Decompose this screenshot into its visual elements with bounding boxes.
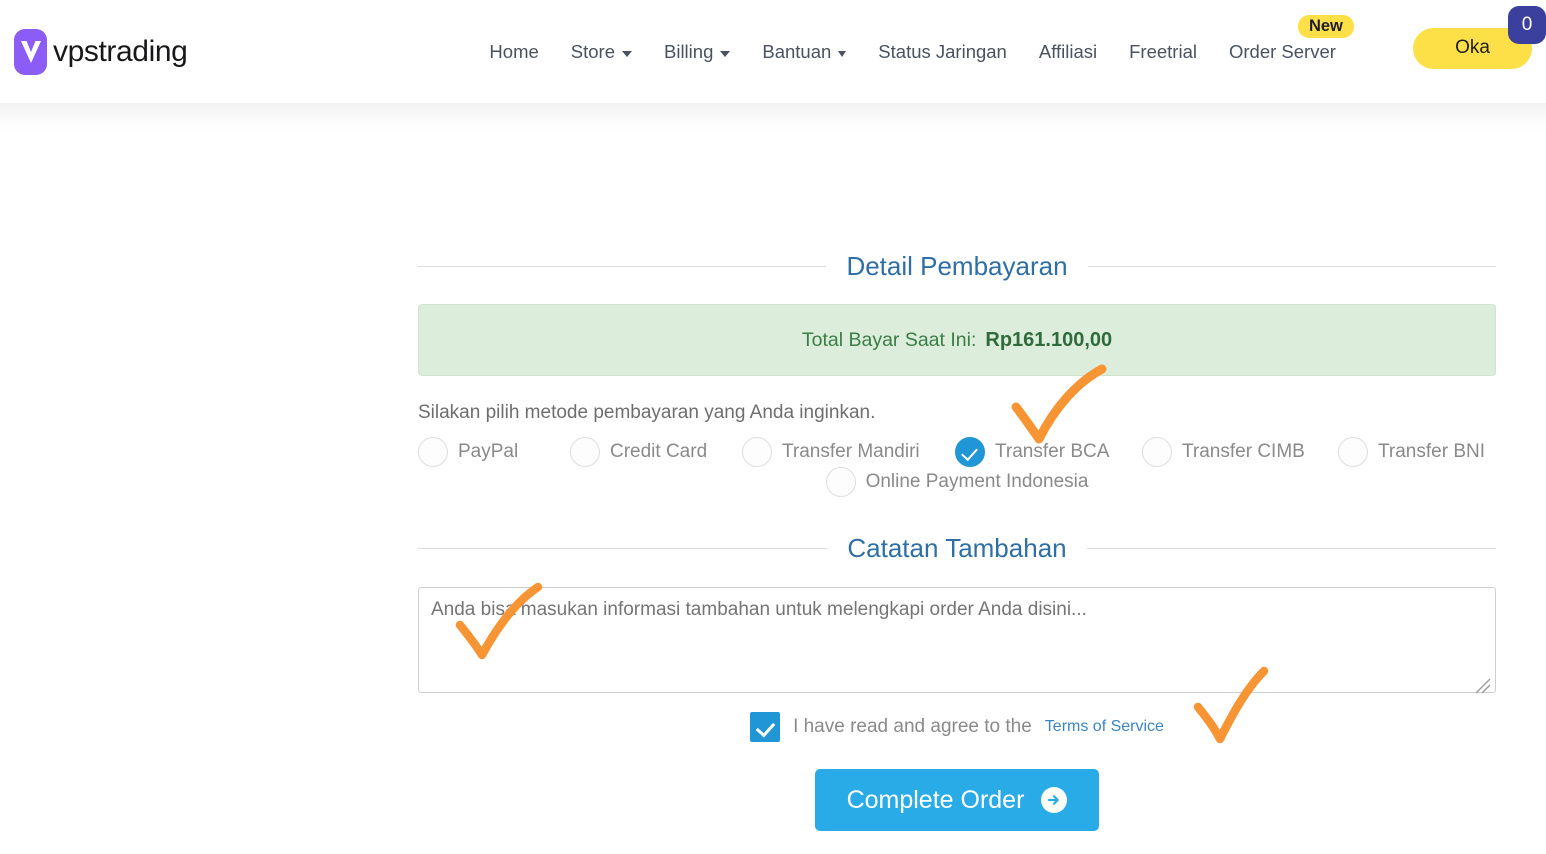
chevron-down-icon bbox=[720, 50, 731, 57]
nav-label: Billing bbox=[664, 40, 714, 62]
radio-transfer-bni[interactable]: Transfer BNI bbox=[1338, 437, 1485, 467]
submit-row: Complete Order bbox=[418, 769, 1496, 831]
chevron-down-icon bbox=[622, 50, 632, 57]
radio-circle-icon[interactable] bbox=[825, 467, 856, 497]
v-glyph-icon bbox=[20, 40, 41, 63]
divider-left bbox=[418, 548, 828, 549]
nav-label: Bantuan bbox=[762, 40, 832, 62]
radio-transfer-cimb[interactable]: Transfer CIMB bbox=[1142, 437, 1338, 467]
vps-v-logo-icon bbox=[14, 28, 47, 75]
nav-item-store[interactable]: Store bbox=[555, 35, 648, 69]
total-payable-box: Total Bayar Saat Ini: Rp161.100,00 bbox=[418, 304, 1496, 376]
nav-label: Order Server bbox=[1228, 40, 1336, 62]
arrow-right-circle-icon bbox=[1041, 787, 1068, 813]
nav-label: Home bbox=[489, 40, 539, 62]
new-badge: New bbox=[1297, 14, 1354, 39]
header-shadow bbox=[0, 103, 1546, 131]
radio-label: Credit Card bbox=[610, 441, 708, 462]
radio-label: Transfer CIMB bbox=[1182, 441, 1305, 462]
radio-circle-icon[interactable] bbox=[418, 437, 448, 467]
section-title: Catatan Tambahan bbox=[847, 533, 1067, 563]
brand-name: vpstrading bbox=[53, 34, 188, 68]
radio-label: Transfer BCA bbox=[995, 441, 1110, 462]
terms-of-service-link[interactable]: Terms of Service bbox=[1045, 718, 1164, 736]
nav-item-freetrial[interactable]: Freetrial bbox=[1113, 35, 1213, 69]
payment-method-group: PayPal Credit Card Transfer Mandiri Tran… bbox=[418, 437, 1496, 467]
nav-item-bantuan[interactable]: Bantuan bbox=[746, 35, 862, 69]
nav-label: Affiliasi bbox=[1038, 40, 1098, 62]
brand-logo[interactable]: vpstrading bbox=[14, 28, 188, 75]
nav-label: Freetrial bbox=[1129, 40, 1197, 62]
nav-label: Store bbox=[570, 40, 615, 62]
radio-online-payment-indonesia[interactable]: Online Payment Indonesia bbox=[825, 467, 1089, 497]
main-navigation: Home Store Billing Bantuan Status Jaring… bbox=[473, 14, 1354, 69]
radio-paypal[interactable]: PayPal bbox=[418, 437, 570, 467]
radio-label: Transfer Mandiri bbox=[782, 441, 920, 462]
radio-circle-checked-icon[interactable] bbox=[955, 437, 985, 467]
radio-credit-card[interactable]: Credit Card bbox=[570, 437, 742, 467]
nav-label: Status Jaringan bbox=[878, 40, 1007, 62]
section-heading-notes: Catatan Tambahan bbox=[418, 533, 1496, 564]
radio-label: Transfer BNI bbox=[1378, 441, 1485, 462]
radio-circle-icon[interactable] bbox=[570, 437, 600, 467]
terms-checkbox[interactable] bbox=[750, 712, 781, 742]
terms-agreement-row: I have read and agree to the Terms of Se… bbox=[418, 712, 1496, 742]
nav-item-status-jaringan[interactable]: Status Jaringan bbox=[862, 35, 1023, 69]
radio-label: Online Payment Indonesia bbox=[865, 471, 1089, 492]
page-content: Detail Pembayaran Total Bayar Saat Ini: … bbox=[0, 99, 1546, 854]
divider-right bbox=[1086, 548, 1496, 549]
total-label: Total Bayar Saat Ini: bbox=[801, 328, 977, 351]
nav-item-order-server[interactable]: Order Server New bbox=[1213, 14, 1354, 69]
terms-text: I have read and agree to the bbox=[793, 716, 1032, 737]
arrow-right-glyph-icon bbox=[1048, 795, 1060, 805]
chevron-down-icon bbox=[838, 50, 847, 57]
nav-item-home[interactable]: Home bbox=[473, 35, 554, 69]
section-title: Detail Pembayaran bbox=[846, 251, 1068, 281]
nav-item-billing[interactable]: Billing bbox=[648, 35, 746, 69]
radio-circle-icon[interactable] bbox=[742, 437, 772, 467]
payment-instruction: Silakan pilih metode pembayaran yang And… bbox=[418, 402, 876, 423]
radio-label: PayPal bbox=[458, 441, 519, 462]
radio-circle-icon[interactable] bbox=[1338, 437, 1368, 467]
total-amount: Rp161.100,00 bbox=[985, 328, 1113, 351]
radio-transfer-mandiri[interactable]: Transfer Mandiri bbox=[742, 437, 955, 467]
radio-transfer-bca[interactable]: Transfer BCA bbox=[955, 437, 1142, 467]
divider-right bbox=[1087, 266, 1496, 267]
account-area: Oka 0 bbox=[1413, 6, 1546, 69]
section-heading-payment: Detail Pembayaran bbox=[418, 251, 1496, 282]
site-header: vpstrading Home Store Billing Bantuan St… bbox=[0, 0, 1546, 103]
complete-order-label: Complete Order bbox=[846, 785, 1025, 814]
payment-method-group-row2: Online Payment Indonesia bbox=[418, 467, 1496, 497]
cart-count-badge[interactable]: 0 bbox=[1508, 6, 1546, 44]
complete-order-button[interactable]: Complete Order bbox=[814, 769, 1100, 831]
additional-notes-textarea[interactable] bbox=[418, 587, 1496, 693]
radio-circle-icon[interactable] bbox=[1142, 437, 1172, 467]
divider-left bbox=[418, 266, 827, 267]
nav-item-affiliasi[interactable]: Affiliasi bbox=[1023, 35, 1113, 69]
